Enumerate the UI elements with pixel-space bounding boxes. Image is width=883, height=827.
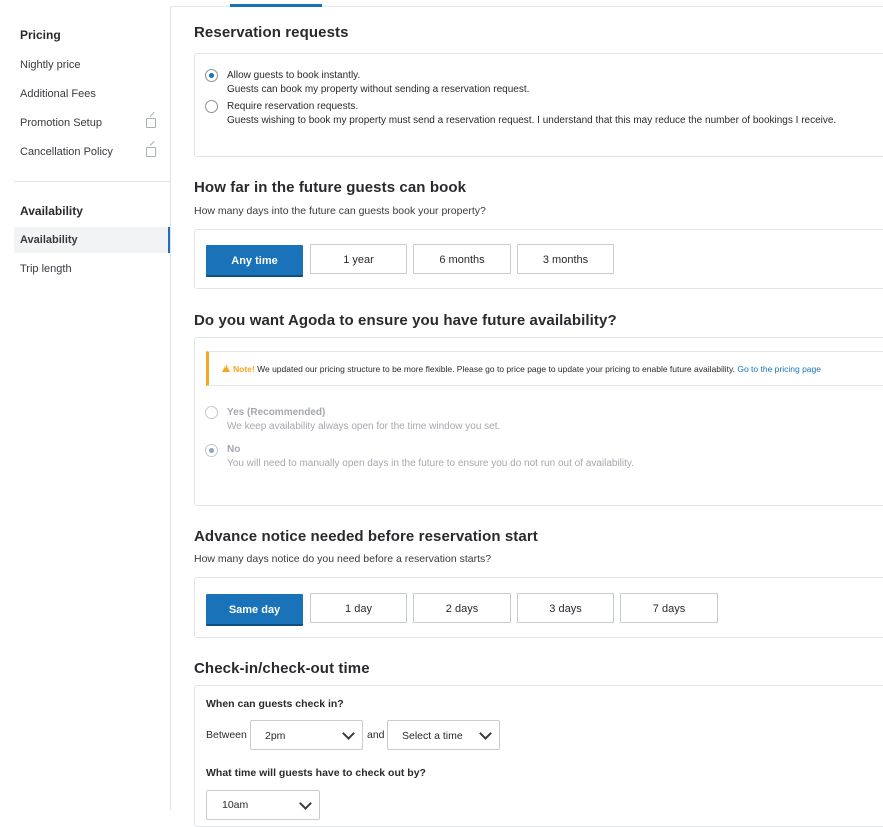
ensure-title: Do you want Agoda to ensure you have fut… <box>194 312 617 329</box>
ensure-yes-desc: We keep availability always open for the… <box>227 421 501 432</box>
external-link-icon <box>146 118 156 128</box>
sidebar-item-label: Nightly price <box>20 59 81 71</box>
pricing-page-link[interactable]: Go to the pricing page <box>737 364 821 374</box>
advance-option-1-day[interactable]: 1 day <box>310 593 407 623</box>
advance-option-3-days[interactable]: 3 days <box>517 593 614 623</box>
sidebar-item-label: Trip length <box>20 263 72 275</box>
pricing-note: Note! We updated our pricing structure t… <box>206 351 883 386</box>
instant-book-radio[interactable] <box>205 69 218 82</box>
warning-icon <box>222 364 230 372</box>
checkin-from-select[interactable]: 2pm <box>250 720 363 750</box>
sidebar-heading-availability: Availability <box>20 204 83 218</box>
advance-subtitle: How many days notice do you need before … <box>194 553 492 565</box>
advance-option-same-day[interactable]: Same day <box>206 594 303 624</box>
require-request-radio[interactable] <box>205 100 218 113</box>
advance-option-7-days[interactable]: 7 days <box>620 593 718 623</box>
note-message: We updated our pricing structure to be m… <box>257 364 735 374</box>
future-option-1-year[interactable]: 1 year <box>310 244 407 274</box>
checkin-title: Check-in/check-out time <box>194 660 370 677</box>
sidebar-item-promotion-setup[interactable]: Promotion Setup <box>14 110 170 136</box>
require-request-desc: Guests wishing to book my property must … <box>227 115 837 126</box>
sidebar-item-label: Cancellation Policy <box>20 146 113 158</box>
checkin-from-value: 2pm <box>265 730 286 742</box>
future-option-3-months[interactable]: 3 months <box>517 244 614 274</box>
chevron-down-icon <box>299 797 312 810</box>
future-subtitle: How many days into the future can guests… <box>194 205 486 217</box>
chevron-down-icon <box>342 727 355 740</box>
sidebar-item-additional-fees[interactable]: Additional Fees <box>14 81 170 107</box>
checkout-select[interactable]: 10am <box>206 790 320 820</box>
checkin-to-value: Select a time <box>402 730 463 742</box>
chevron-down-icon <box>479 727 492 740</box>
sidebar-item-trip-length[interactable]: Trip length <box>14 256 170 282</box>
sidebar-item-availability[interactable]: Availability <box>14 227 170 253</box>
note-text: Note! We updated our pricing structure t… <box>233 364 821 374</box>
future-option-6-months[interactable]: 6 months <box>413 244 511 274</box>
checkout-value: 10am <box>222 799 249 811</box>
external-link-icon <box>146 147 156 157</box>
future-title: How far in the future guests can book <box>194 179 467 196</box>
sidebar-item-label: Promotion Setup <box>20 117 102 129</box>
reservation-title: Reservation requests <box>194 24 349 41</box>
sidebar-item-label: Additional Fees <box>20 88 96 100</box>
checkin-question: When can guests check in? <box>206 698 344 710</box>
ensure-yes-radio[interactable] <box>205 406 218 419</box>
ensure-no-label[interactable]: No <box>227 444 240 455</box>
ensure-no-radio[interactable] <box>205 444 218 457</box>
sidebar-divider <box>14 181 170 182</box>
active-tab-indicator <box>230 4 322 7</box>
checkin-to-select[interactable]: Select a time <box>387 720 500 750</box>
ensure-yes-label[interactable]: Yes (Recommended) <box>227 407 325 418</box>
sidebar-item-nightly-price[interactable]: Nightly price <box>14 52 170 78</box>
sidebar-item-label: Availability <box>20 234 78 246</box>
and-label: and <box>367 729 385 741</box>
require-request-label[interactable]: Require reservation requests. <box>227 101 358 112</box>
sidebar-heading-pricing: Pricing <box>20 28 61 42</box>
between-label: Between <box>206 729 247 741</box>
note-label: Note! <box>233 364 255 374</box>
ensure-no-desc: You will need to manually open days in t… <box>227 458 634 469</box>
checkout-question: What time will guests have to check out … <box>206 767 426 779</box>
advance-title: Advance notice needed before reservation… <box>194 528 538 545</box>
instant-book-desc: Guests can book my property without send… <box>227 84 530 95</box>
advance-option-2-days[interactable]: 2 days <box>413 593 511 623</box>
instant-book-label[interactable]: Allow guests to book instantly. <box>227 70 360 81</box>
future-option-any-time[interactable]: Any time <box>206 245 303 275</box>
sidebar-item-cancellation-policy[interactable]: Cancellation Policy <box>14 139 170 165</box>
sidebar: Pricing Nightly price Additional Fees Pr… <box>0 6 171 810</box>
